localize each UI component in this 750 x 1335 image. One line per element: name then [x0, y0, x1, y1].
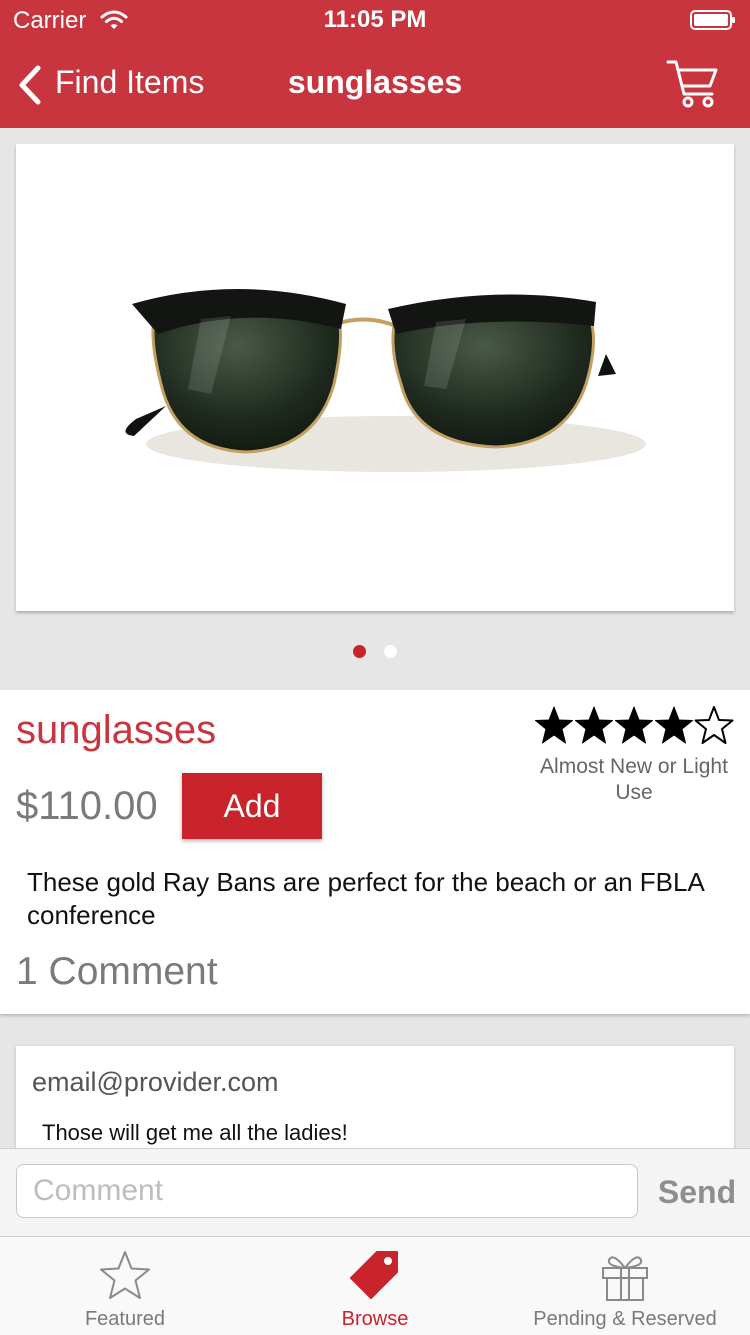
product-price: $110.00 — [16, 784, 158, 828]
tab-browse[interactable]: Browse — [250, 1236, 500, 1334]
comment-input[interactable] — [16, 1164, 638, 1218]
star-filled-icon — [655, 706, 693, 744]
star-filled-icon — [615, 706, 653, 744]
tab-label: Browse — [341, 1308, 409, 1330]
product-title: sunglasses — [16, 708, 217, 752]
send-button[interactable]: Send — [652, 1174, 742, 1211]
tab-label: Featured — [84, 1308, 166, 1330]
page-dot[interactable] — [384, 645, 397, 658]
shopping-cart-icon[interactable] — [664, 56, 720, 112]
tab-featured[interactable]: Featured — [0, 1236, 250, 1334]
comment-count: 1 Comment — [16, 950, 218, 993]
star-filled-icon — [575, 706, 613, 744]
add-to-cart-button[interactable]: Add — [182, 773, 322, 839]
page-title: sunglasses — [287, 64, 463, 100]
comment-author: email@provider.com — [32, 1067, 279, 1097]
price-tag-icon — [350, 1251, 398, 1299]
page-dot-active[interactable] — [353, 645, 366, 658]
star-outline-icon — [100, 1251, 150, 1299]
tab-label: Pending & Reserved — [533, 1308, 717, 1330]
comment-text: Those will get me all the ladies! — [42, 1120, 348, 1145]
star-empty-icon — [694, 706, 734, 744]
gift-icon — [602, 1256, 648, 1301]
status-time: 11:05 PM — [323, 6, 427, 33]
rating-stars — [534, 704, 734, 748]
product-image-card[interactable] — [16, 144, 734, 611]
battery-icon — [690, 10, 735, 30]
star-filled-icon — [535, 706, 573, 744]
condition-label: Almost New or Light Use — [540, 755, 728, 804]
page-indicator[interactable] — [0, 645, 750, 658]
product-photo — [125, 289, 646, 472]
product-description: These gold Ray Bans are perfect for the … — [27, 867, 704, 930]
tab-pending-reserved[interactable]: Pending & Reserved — [500, 1236, 750, 1334]
